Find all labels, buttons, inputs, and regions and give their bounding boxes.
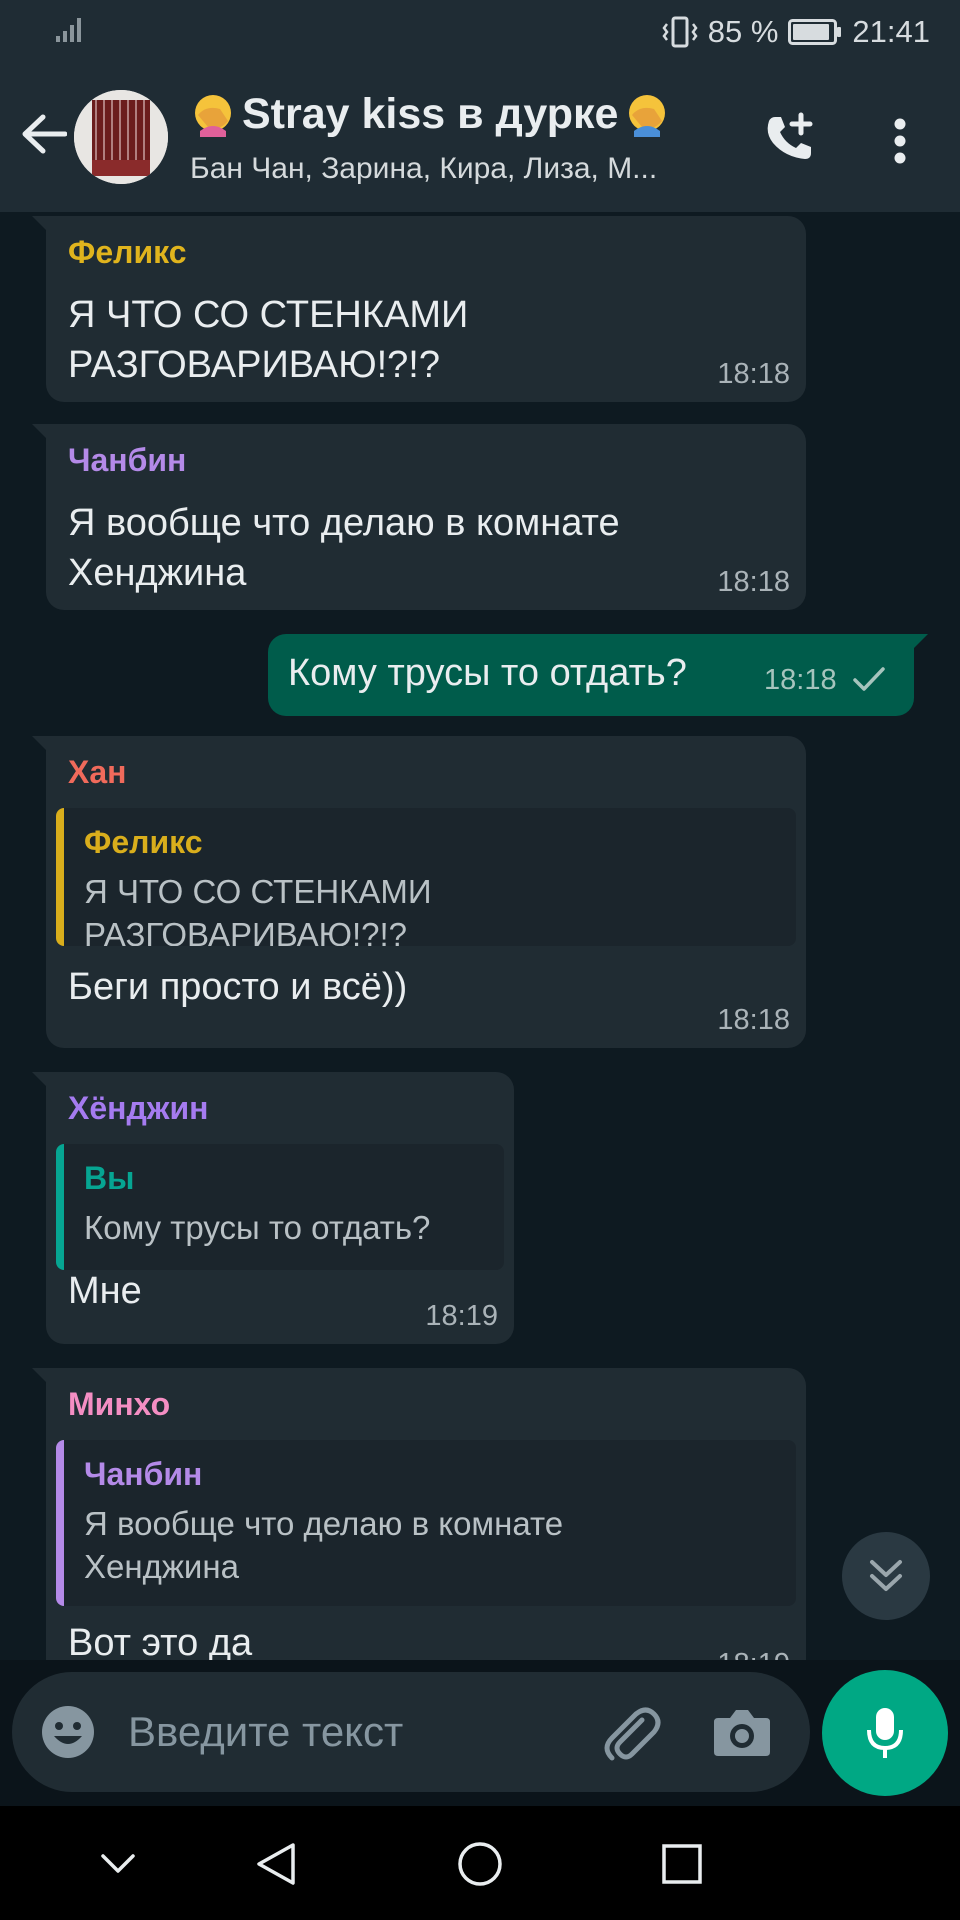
emoji-icon[interactable]	[40, 1704, 96, 1760]
quote-text: Кому трусы то отдать?	[84, 1209, 431, 1246]
message-sender: Чанбин	[68, 442, 187, 478]
add-call-button[interactable]	[756, 106, 822, 172]
quote-text: Я вообще что делаю в комнате Хенджина	[84, 1505, 564, 1585]
paperclip-icon[interactable]	[598, 1700, 662, 1764]
nav-recents-button[interactable]	[654, 1836, 710, 1892]
quote-text: Я ЧТО СО СТЕНКАМИ РАЗГОВАРИВАЮ!?!?	[84, 873, 432, 946]
message-bubble[interactable]: Чанбин Я вообще что делаю в комнате Хенд…	[32, 424, 806, 610]
quote-bar	[56, 1440, 64, 1606]
quote-author: Вы	[84, 1160, 135, 1196]
message-sender: Минхо	[68, 1386, 171, 1422]
quoted-message[interactable]: Чанбин Я вообще что делаю в комнате Хенд…	[56, 1440, 796, 1606]
group-avatar[interactable]	[74, 90, 168, 184]
message-time: 18:18	[717, 358, 790, 390]
message-bubble[interactable]: Минхо Чанбин Я вообще что делаю в комнат…	[32, 1368, 806, 1660]
triangle-back-icon	[257, 1843, 295, 1885]
message-time: 18:18	[764, 664, 837, 696]
chat-header: Stray kiss в дурке Бан Чан, Зарина, Кира…	[0, 64, 960, 212]
chat-title[interactable]: Stray kiss в дурке	[242, 90, 618, 139]
message-text: Я ЧТО СО СТЕНКАМИ РАЗГОВАРИВАЮ!?!?	[68, 294, 469, 386]
more-vert-icon	[894, 118, 906, 164]
quoted-message[interactable]: Феликс Я ЧТО СО СТЕНКАМИ РАЗГОВАРИВАЮ!?!…	[56, 808, 796, 946]
double-chevron-down-icon	[870, 1560, 902, 1591]
more-options-button[interactable]	[872, 108, 928, 174]
message-sender: Хёнджин	[68, 1090, 209, 1126]
vibrate-icon	[662, 16, 698, 48]
microphone-icon	[867, 1708, 903, 1758]
quoted-message[interactable]: Вы Кому трусы то отдать?	[56, 1144, 504, 1270]
message-time: 18:18	[717, 566, 790, 598]
phone-add-icon	[767, 112, 813, 159]
message-time: 18:19	[717, 1648, 790, 1660]
message-sender: Хан	[68, 754, 127, 790]
quote-bar	[56, 808, 64, 946]
message-text: Я вообще что делаю в комнате Хенджина	[68, 502, 620, 594]
signal-icon	[56, 18, 81, 42]
message-bubble[interactable]: Хан Феликс Я ЧТО СО СТЕНКАМИ РАЗГОВАРИВА…	[32, 736, 806, 1048]
system-navigation-bar	[0, 1806, 960, 1920]
clock: 21:41	[852, 14, 930, 49]
back-button[interactable]	[16, 106, 72, 162]
quote-author: Чанбин	[84, 1456, 203, 1492]
circle-home-icon	[458, 1842, 502, 1886]
scroll-to-bottom-button[interactable]	[842, 1532, 930, 1620]
quote-author: Феликс	[84, 824, 203, 860]
message-time: 18:19	[425, 1300, 498, 1332]
battery-icon	[788, 19, 842, 45]
status-bar: 85 % 21:41	[0, 0, 960, 64]
message-list[interactable]: Феликс Я ЧТО СО СТЕНКАМИ РАЗГОВАРИВАЮ!?!…	[0, 212, 960, 1660]
camera-icon[interactable]	[712, 1704, 772, 1760]
message-bubble[interactable]: Феликс Я ЧТО СО СТЕНКАМИ РАЗГОВАРИВАЮ!?!…	[32, 216, 806, 402]
battery-percent: 85 %	[707, 14, 779, 49]
hide-keyboard-button[interactable]	[90, 1836, 146, 1892]
message-sender: Феликс	[68, 234, 187, 270]
voice-message-button[interactable]	[822, 1670, 948, 1796]
message-text: Кому трусы то отдать?	[288, 652, 687, 694]
chat-participants[interactable]: Бан Чан, Зарина, Кира, Лиза, М...	[190, 152, 730, 186]
arrow-back-icon	[22, 114, 67, 154]
message-time: 18:18	[717, 1004, 790, 1036]
facepalm-emoji-icon	[195, 95, 231, 137]
square-recents-icon	[662, 1844, 702, 1884]
outgoing-message-bubble[interactable]: Кому трусы то отдать? 18:18	[268, 634, 928, 716]
nav-back-button[interactable]	[248, 1836, 304, 1892]
sent-check-icon	[853, 667, 885, 691]
nav-home-button[interactable]	[452, 1836, 508, 1892]
message-text: Беги просто и всё))	[68, 966, 408, 1008]
quote-bar	[56, 1144, 64, 1270]
facepalm-emoji-icon	[629, 95, 666, 137]
message-text: Мне	[68, 1270, 142, 1312]
chevron-down-icon	[101, 1854, 135, 1873]
message-composer	[12, 1672, 810, 1792]
message-text: Вот это да	[68, 1622, 253, 1660]
message-input[interactable]	[128, 1700, 488, 1764]
message-bubble[interactable]: Хёнджин Вы Кому трусы то отдать? Мне 18:…	[32, 1072, 514, 1344]
